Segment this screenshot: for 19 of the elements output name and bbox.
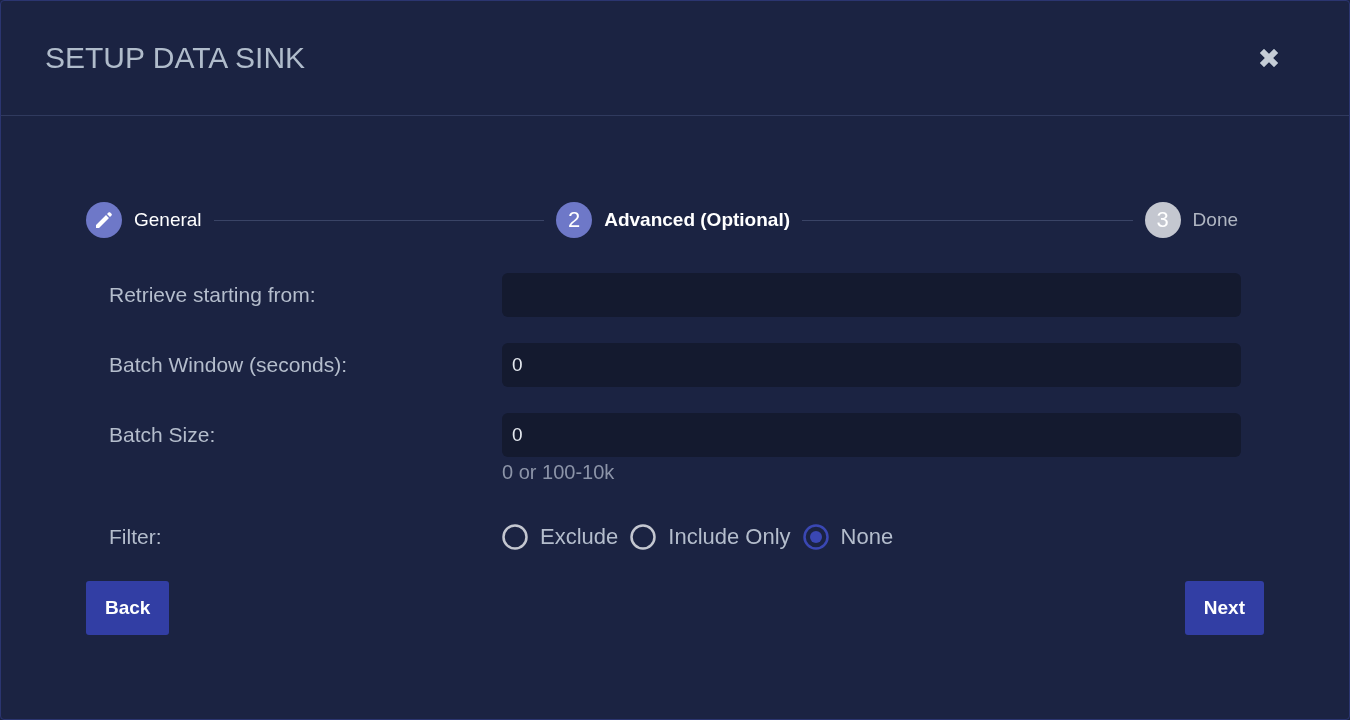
back-button[interactable]: Back: [86, 581, 170, 635]
step-label: Advanced (Optional): [604, 209, 790, 231]
field-hint: 0 or 100-10k: [502, 461, 616, 484]
next-button[interactable]: Next: [1184, 581, 1264, 635]
step-label: General: [134, 209, 202, 231]
pencil-icon: [95, 211, 113, 229]
field-label: Filter:: [109, 524, 163, 550]
radio-option[interactable]: Exclude: [502, 524, 619, 550]
field-label: Batch Window (seconds):: [109, 352, 349, 378]
input-field[interactable]: 0: [502, 343, 1241, 387]
input-field[interactable]: 0: [502, 413, 1241, 457]
step-label: Done: [1192, 209, 1238, 231]
radio-option[interactable]: None: [802, 524, 894, 550]
field-label: Batch Size:: [109, 422, 217, 448]
step-number: 2: [556, 202, 593, 238]
radio-option[interactable]: Include Only: [630, 524, 791, 550]
field-label: Retrieve starting from:: [109, 282, 317, 308]
dialog-title: SETUP DATA SINK: [45, 41, 306, 75]
step-number: 3: [1144, 202, 1181, 238]
